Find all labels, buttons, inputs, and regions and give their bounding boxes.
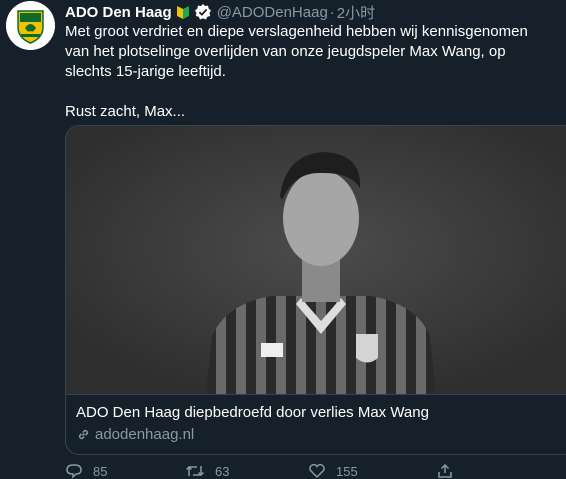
card-divider (66, 394, 566, 395)
reply-count: 85 (93, 463, 108, 479)
club-logo-icon (6, 1, 55, 50)
separator-dot: · (329, 3, 335, 21)
share-icon (438, 463, 452, 478)
tweet-header: ADO Den Haag @ADODenHaag · 2小时 (65, 2, 375, 22)
tweet-text-line: Met groot verdriet en diepe verslagenhei… (65, 23, 528, 40)
tweet-text-line: van het plotselinge overlijden van onze … (65, 43, 506, 60)
heart-icon (309, 463, 325, 479)
tweet-text-line: slechts 15-jarige leeftijd. (65, 63, 226, 80)
player-photo[interactable] (66, 126, 566, 394)
author-name[interactable]: ADO Den Haag (65, 4, 172, 21)
link-card[interactable]: ADO Den Haag diepbedroefd door verlies M… (65, 125, 566, 455)
tweet-text-line: Rust zacht, Max... (65, 103, 186, 120)
card-title[interactable]: ADO Den Haag diepbedroefd door verlies M… (76, 404, 429, 421)
like-count: 155 (336, 463, 358, 479)
tweet-time[interactable]: 2小时 (337, 2, 375, 23)
reply-icon (66, 464, 82, 479)
avatar[interactable] (6, 1, 55, 50)
card-url-text: adodenhaag.nl (95, 426, 195, 443)
card-url[interactable]: adodenhaag.nl (76, 426, 194, 443)
link-icon (78, 429, 89, 440)
author-handle[interactable]: @ADODenHaag (217, 4, 328, 21)
retweet-count: 63 (215, 463, 230, 479)
beginner-badge-icon (176, 5, 190, 20)
retweet-icon (185, 465, 205, 477)
verified-badge-icon (194, 3, 212, 21)
tweet-text: Met groot verdriet en diepe verslagenhei… (65, 22, 566, 122)
retweet-button[interactable]: 63 (185, 463, 229, 479)
share-button[interactable] (437, 463, 463, 479)
like-button[interactable]: 155 (308, 463, 358, 479)
tweet[interactable]: ADO Den Haag @ADODenHaag · 2小时 Met groot… (0, 0, 566, 479)
reply-button[interactable]: 85 (65, 463, 107, 479)
